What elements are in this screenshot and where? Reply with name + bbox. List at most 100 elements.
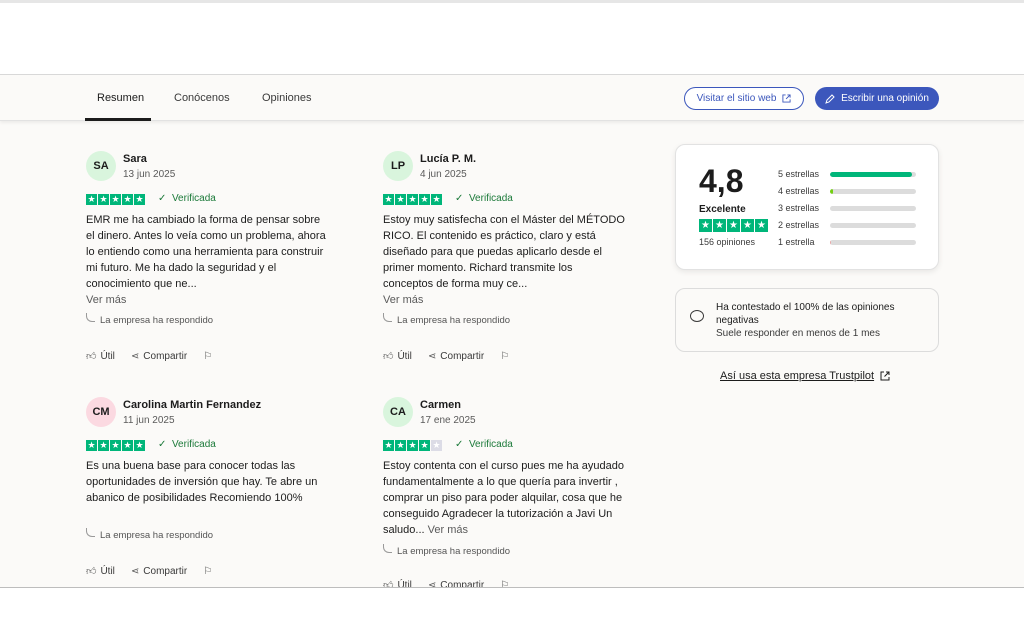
reviewer-name[interactable]: Sara bbox=[123, 153, 147, 165]
useful-label: Útil bbox=[100, 565, 115, 577]
star-rating: ★ ★ ★ ★ ★ bbox=[383, 440, 442, 451]
review-actions: 👍︎ Útil ⋖ Compartir ⚐ bbox=[86, 350, 228, 363]
report-button[interactable]: ⚐ bbox=[203, 351, 212, 362]
star-icon: ★ bbox=[98, 440, 109, 451]
star-icon: ★ bbox=[110, 194, 121, 205]
tab-opiniones[interactable]: Opiniones bbox=[262, 92, 312, 104]
useful-label: Útil bbox=[100, 350, 115, 362]
verified-label: Verificada bbox=[468, 439, 513, 450]
share-label: Compartir bbox=[440, 350, 485, 362]
review-count[interactable]: 156 opiniones bbox=[699, 237, 755, 247]
read-more-link[interactable]: Ver más bbox=[86, 294, 126, 306]
star-icon: ★ bbox=[431, 194, 442, 205]
share-label: Compartir bbox=[440, 579, 485, 588]
star-icon: ★ bbox=[713, 219, 726, 232]
star-icon: ★ bbox=[419, 194, 430, 205]
write-review-button[interactable]: Escribir una opinión bbox=[815, 87, 939, 110]
tab-resumen[interactable]: Resumen bbox=[97, 92, 144, 104]
distribution-label: 2 estrellas bbox=[778, 220, 820, 230]
trustpilot-usage-link[interactable]: Así usa esta empresa Trustpilot bbox=[720, 370, 890, 382]
trust-score: 4,8 bbox=[699, 163, 744, 199]
star-icon: ★ bbox=[395, 440, 406, 451]
star-icon: ★ bbox=[431, 440, 442, 451]
pencil-icon bbox=[825, 93, 835, 104]
external-link-icon bbox=[782, 94, 791, 103]
star-icon: ★ bbox=[86, 440, 97, 451]
review-text: Estoy muy satisfecha con el Máster del M… bbox=[383, 212, 625, 308]
reviewer-name[interactable]: Lucía P. M. bbox=[420, 153, 476, 165]
star-icon: ★ bbox=[741, 219, 754, 232]
useful-button[interactable]: 👍︎ Útil bbox=[383, 350, 412, 363]
distribution-row-3[interactable]: 3 estrellas bbox=[778, 203, 928, 217]
company-page: Resumen Conócenos Opiniones Visitar el s… bbox=[0, 74, 1024, 588]
distribution-bar bbox=[830, 172, 916, 177]
star-icon: ★ bbox=[98, 194, 109, 205]
star-icon: ★ bbox=[122, 194, 133, 205]
report-button[interactable]: ⚐ bbox=[203, 566, 212, 577]
reply-info-card: Ha contestado el 100% de las opiniones n… bbox=[675, 288, 939, 352]
share-button[interactable]: ⋖ Compartir bbox=[428, 579, 485, 588]
star-icon: ★ bbox=[755, 219, 768, 232]
write-review-label: Escribir una opinión bbox=[841, 93, 929, 104]
useful-button[interactable]: 👍︎ Útil bbox=[86, 350, 115, 363]
share-label: Compartir bbox=[143, 565, 188, 577]
distribution-row-5[interactable]: 5 estrellas bbox=[778, 169, 928, 183]
star-icon: ★ bbox=[383, 440, 394, 451]
review-actions: 👍︎ Útil ⋖ Compartir ⚐ bbox=[383, 579, 525, 588]
company-responded[interactable]: La empresa ha respondido bbox=[100, 315, 213, 326]
thumbs-up-icon: 👍︎ bbox=[383, 351, 394, 362]
distribution-bar bbox=[830, 189, 916, 194]
share-button[interactable]: ⋖ Compartir bbox=[131, 566, 187, 577]
section-nav: Resumen Conócenos Opiniones Visitar el s… bbox=[0, 75, 1024, 121]
report-button[interactable]: ⚐ bbox=[500, 580, 509, 588]
avatar: CM bbox=[86, 397, 116, 427]
read-more-link[interactable]: Ver más bbox=[383, 294, 423, 306]
reviewer-name[interactable]: Carmen bbox=[420, 399, 461, 411]
useful-button[interactable]: 👍︎ Útil bbox=[383, 579, 412, 588]
star-icon: ★ bbox=[407, 440, 418, 451]
read-more-link[interactable]: Ver más bbox=[428, 524, 468, 536]
share-icon: ⋖ bbox=[130, 565, 140, 577]
useful-button[interactable]: 👍︎ Útil bbox=[86, 565, 115, 578]
external-link-icon bbox=[880, 371, 890, 381]
review-date: 4 jun 2025 bbox=[420, 169, 467, 180]
distribution-label: 1 estrella bbox=[778, 237, 815, 247]
review-date: 17 ene 2025 bbox=[420, 415, 476, 426]
verified-badge: ✓ Verificada bbox=[455, 193, 513, 204]
reviewer-name[interactable]: Carolina Martin Fernandez bbox=[123, 399, 261, 411]
distribution-row-1[interactable]: 1 estrella bbox=[778, 237, 928, 251]
verified-badge: ✓ Verificada bbox=[158, 193, 216, 204]
share-button[interactable]: ⋖ Compartir bbox=[428, 351, 484, 362]
rating-summary-card: 4,8 Excelente ★ ★ ★ ★ ★ 156 opiniones 5 estr… bbox=[675, 144, 939, 270]
verified-label: Verificada bbox=[171, 193, 216, 204]
star-icon: ★ bbox=[395, 194, 406, 205]
review-text: Estoy contenta con el curso pues me ha a… bbox=[383, 458, 625, 538]
company-responded[interactable]: La empresa ha respondido bbox=[397, 546, 510, 557]
thumbs-up-icon: 👍︎ bbox=[383, 580, 394, 588]
trustpilot-usage-label: Así usa esta empresa Trustpilot bbox=[720, 370, 875, 382]
distribution-row-4[interactable]: 4 estrellas bbox=[778, 186, 928, 200]
footer-blank bbox=[0, 589, 1024, 640]
flag-icon: ⚐ bbox=[203, 565, 213, 577]
thumbs-up-icon: 👍︎ bbox=[86, 566, 97, 577]
distribution-label: 5 estrellas bbox=[778, 169, 820, 179]
avatar: CA bbox=[383, 397, 413, 427]
star-icon: ★ bbox=[699, 219, 712, 232]
verified-badge: ✓ Verificada bbox=[455, 439, 513, 450]
visit-website-button[interactable]: Visitar el sitio web bbox=[684, 87, 804, 110]
report-button[interactable]: ⚐ bbox=[500, 351, 509, 362]
share-button[interactable]: ⋖ Compartir bbox=[131, 351, 187, 362]
distribution-bar bbox=[830, 206, 916, 211]
star-icon: ★ bbox=[134, 194, 145, 205]
distribution-label: 4 estrellas bbox=[778, 186, 820, 196]
company-responded[interactable]: La empresa ha respondido bbox=[100, 530, 213, 541]
distribution-row-2[interactable]: 2 estrellas bbox=[778, 220, 928, 234]
review-text: EMR me ha cambiado la forma de pensar so… bbox=[86, 212, 328, 308]
review-date: 13 jun 2025 bbox=[123, 169, 176, 180]
reply-time-text: Suele responder en menos de 1 mes bbox=[716, 328, 880, 339]
company-responded[interactable]: La empresa ha respondido bbox=[397, 315, 510, 326]
star-icon: ★ bbox=[134, 440, 145, 451]
star-rating: ★ ★ ★ ★ ★ bbox=[383, 194, 442, 205]
tab-conocenos[interactable]: Conócenos bbox=[174, 92, 230, 104]
reply-thread-icon bbox=[383, 313, 392, 322]
